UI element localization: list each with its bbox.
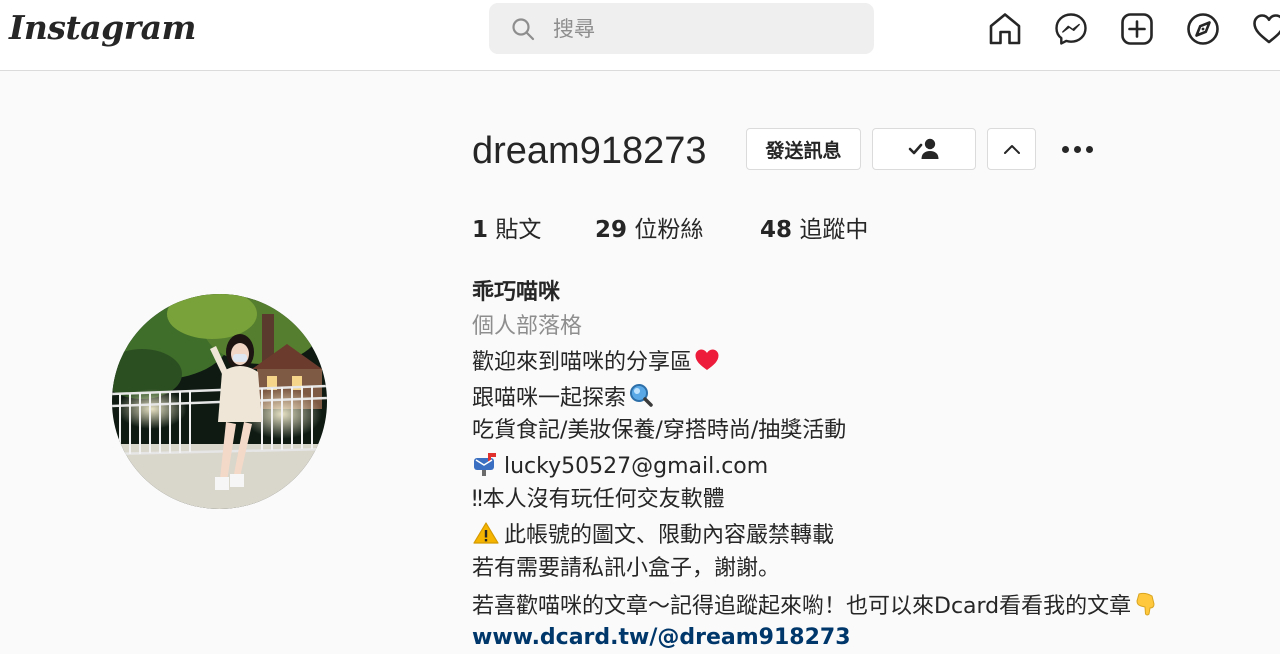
followers-stat[interactable]: 29 位粉絲 (595, 213, 703, 247)
messenger-icon[interactable] (1053, 11, 1089, 47)
bio-line-8: 若喜歡喵咪的文章～記得追蹤起來喲！也可以來Dcard看看我的文章 (472, 590, 1159, 621)
bio-line-1: 歡迎來到喵咪的分享區 (472, 348, 720, 377)
top-navigation-bar: Instagram (0, 0, 1280, 71)
suggested-accounts-button[interactable] (987, 128, 1036, 170)
following-button[interactable] (872, 128, 976, 170)
chevron-up-icon (1003, 145, 1020, 154)
new-post-icon[interactable] (1119, 11, 1155, 47)
profile-username: dream918273 (472, 130, 707, 172)
profile-full-name: 乖巧喵咪 (472, 280, 561, 305)
mailbox-icon (474, 453, 496, 476)
explore-icon[interactable] (1185, 11, 1221, 47)
search-icon (512, 18, 535, 41)
posts-stat: 1 貼文 (472, 213, 541, 247)
profile-photo (112, 294, 327, 509)
followers-count: 29 (595, 217, 628, 243)
bio-line-5: ‼本人沒有玩任何交友軟體 (472, 487, 725, 512)
instagram-logo[interactable]: Instagram (9, 8, 196, 47)
following-count: 48 (760, 217, 793, 243)
posts-label: 貼文 (495, 217, 542, 243)
activity-heart-icon[interactable] (1251, 11, 1280, 47)
send-message-button[interactable]: 發送訊息 (746, 128, 861, 170)
person-check-icon (908, 138, 939, 159)
home-icon[interactable] (987, 11, 1023, 47)
red-heart-icon (695, 349, 719, 370)
bio-line-7: 若有需要請私訊小盒子，謝謝。 (472, 556, 781, 581)
bio-line-3: 吃貨食記/美妝保養/穿搭時尚/抽獎活動 (472, 418, 847, 443)
profile-avatar[interactable] (112, 294, 327, 509)
pointing-down-hand-icon (1136, 592, 1155, 616)
profile-category: 個人部落格 (472, 314, 583, 339)
magnifier-icon (630, 384, 653, 407)
profile-website-link[interactable]: www.dcard.tw/@dream918273 (472, 624, 851, 652)
posts-count: 1 (472, 217, 489, 243)
search-box[interactable] (489, 3, 874, 54)
bio-line-2: 跟喵咪一起探索 (472, 382, 654, 413)
following-stat[interactable]: 48 追蹤中 (760, 213, 868, 247)
following-label: 追蹤中 (799, 217, 869, 243)
bio-line-6: 此帳號的圖文、限動內容嚴禁轉載 (472, 521, 834, 550)
bio-line-4: lucky50527@gmail.com (472, 452, 768, 481)
warning-icon (473, 522, 499, 544)
search-input[interactable] (551, 13, 855, 45)
followers-label: 位粉絲 (634, 217, 704, 243)
more-options-icon[interactable] (1057, 134, 1097, 164)
